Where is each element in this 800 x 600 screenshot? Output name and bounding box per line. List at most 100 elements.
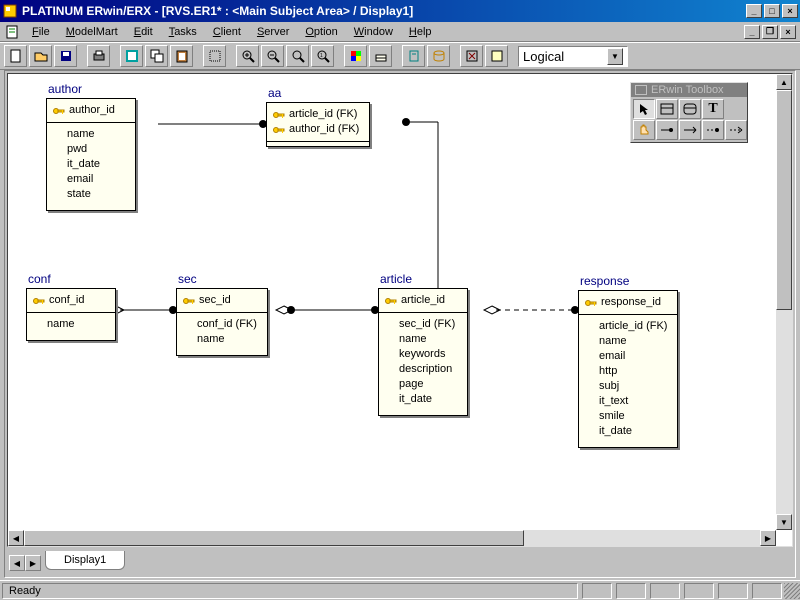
scroll-down-button[interactable]: ▼ <box>776 514 792 530</box>
attr: pwd <box>67 142 125 157</box>
save-button[interactable] <box>54 45 77 67</box>
domain-button[interactable] <box>485 45 508 67</box>
status-panel-3 <box>650 583 680 599</box>
statusbar: Ready <box>0 580 800 600</box>
menu-edit[interactable]: Edit <box>126 24 161 40</box>
entity-label: conf <box>26 272 116 286</box>
window-title: PLATINUM ERwin/ERX - [RVS.ER1* : <Main S… <box>22 4 744 18</box>
status-panel-5 <box>718 583 748 599</box>
round-entity-tool[interactable] <box>679 99 701 119</box>
view-mode-combo[interactable]: Logical ▼ <box>518 46 628 67</box>
label-tool[interactable]: T <box>702 99 724 119</box>
key-icon <box>53 106 65 116</box>
undo-button[interactable] <box>203 45 226 67</box>
entity-label: author <box>46 82 136 96</box>
toolbar: 1 Logical ▼ <box>0 42 800 70</box>
entity-tool[interactable] <box>656 99 678 119</box>
key-icon <box>385 296 397 306</box>
status-panel-6 <box>752 583 782 599</box>
attr: name <box>67 127 125 142</box>
pk-attr: author_id <box>53 103 125 118</box>
attr: name <box>599 334 667 349</box>
attr: description <box>399 362 457 377</box>
identifying-rel-tool[interactable] <box>656 120 678 140</box>
menu-option[interactable]: Option <box>297 24 345 40</box>
menu-window[interactable]: Window <box>346 24 401 40</box>
nonidentifying-rel-tool[interactable] <box>702 120 724 140</box>
erwin-toolbox[interactable]: ERwin Toolbox T <box>630 82 748 143</box>
attr: it_date <box>67 157 125 172</box>
scroll-left-button[interactable]: ◀ <box>8 530 24 546</box>
horizontal-scrollbar[interactable]: ◀ ▶ <box>8 530 776 546</box>
cut-button[interactable] <box>120 45 143 67</box>
scroll-up-button[interactable]: ▲ <box>776 74 792 90</box>
attr: email <box>67 172 125 187</box>
workspace: authorauthor_idnamepwdit_dateemailstatea… <box>4 70 796 578</box>
entity-label: article <box>378 272 468 286</box>
status-panel-1 <box>582 583 612 599</box>
attr: http <box>599 364 667 379</box>
pointer-tool[interactable] <box>633 99 655 119</box>
attr: sec_id (FK) <box>399 317 457 332</box>
many-rel-tool[interactable] <box>679 120 701 140</box>
scroll-thumb-v[interactable] <box>776 90 792 310</box>
open-button[interactable] <box>29 45 52 67</box>
toolbox-titlebar[interactable]: ERwin Toolbox <box>631 83 747 97</box>
tab-display1[interactable]: Display1 <box>45 551 125 570</box>
menu-file[interactable]: File <box>24 24 58 40</box>
tab-prev-button[interactable]: ◀ <box>9 555 25 571</box>
paste-button[interactable] <box>170 45 193 67</box>
entity-sec[interactable]: secsec_idconf_id (FK)name <box>176 272 268 356</box>
entity-author[interactable]: author author_idnamepwdit_dateemailstate <box>46 82 136 211</box>
window-buttons: _ □ × <box>744 4 798 18</box>
generate-button[interactable] <box>402 45 425 67</box>
zoom-in-button[interactable] <box>236 45 259 67</box>
entity-article[interactable]: articlearticle_idsec_id (FK)namekeywords… <box>378 272 468 416</box>
attr: it_text <box>599 394 667 409</box>
copy-button[interactable] <box>145 45 168 67</box>
zoom-out-button[interactable] <box>261 45 284 67</box>
attr: conf_id (FK) <box>197 317 257 332</box>
attr: article_id (FK) <box>599 319 667 334</box>
menu-tasks[interactable]: Tasks <box>161 24 205 40</box>
entity-label: response <box>578 274 678 288</box>
report-button[interactable] <box>427 45 450 67</box>
print-button[interactable] <box>87 45 110 67</box>
menu-client[interactable]: Client <box>205 24 249 40</box>
key-icon <box>273 125 285 135</box>
new-button[interactable] <box>4 45 27 67</box>
menu-modelmart[interactable]: ModelMart <box>58 24 126 40</box>
font-button[interactable] <box>369 45 392 67</box>
entity-response[interactable]: responseresponse_idarticle_id (FK)nameem… <box>578 274 678 448</box>
minimize-button[interactable]: _ <box>746 4 762 18</box>
subtype-tool[interactable] <box>725 120 747 140</box>
close-button[interactable]: × <box>782 4 798 18</box>
resize-grip[interactable] <box>784 583 800 599</box>
attr: state <box>67 187 125 202</box>
scroll-thumb-h[interactable] <box>24 530 524 546</box>
attr: it_date <box>399 392 457 407</box>
maximize-button[interactable]: □ <box>764 4 780 18</box>
zoom-fit-button[interactable] <box>286 45 309 67</box>
scroll-right-button[interactable]: ▶ <box>760 530 776 546</box>
entity-aa[interactable]: aaarticle_id (FK)author_id (FK) <box>266 86 370 147</box>
mdi-minimize-button[interactable]: _ <box>744 25 760 39</box>
pk-attr: article_id (FK) <box>273 107 359 122</box>
zoom-100-button[interactable]: 1 <box>311 45 334 67</box>
combo-arrow-icon: ▼ <box>607 48 623 65</box>
menu-help[interactable]: Help <box>401 24 440 40</box>
color-button[interactable] <box>344 45 367 67</box>
key-icon <box>33 296 45 306</box>
key-icon <box>183 296 195 306</box>
menu-server[interactable]: Server <box>249 24 297 40</box>
mdi-close-button[interactable]: × <box>780 25 796 39</box>
entity-conf[interactable]: confconf_idname <box>26 272 116 341</box>
attr: name <box>47 317 105 332</box>
mdi-restore-button[interactable]: ❐ <box>762 25 778 39</box>
hand-tool[interactable] <box>633 120 655 140</box>
tab-next-button[interactable]: ▶ <box>25 555 41 571</box>
diagram-canvas[interactable]: authorauthor_idnamepwdit_dateemailstatea… <box>8 74 776 530</box>
subject-area-button[interactable] <box>460 45 483 67</box>
vertical-scrollbar[interactable]: ▲ ▼ <box>776 74 792 530</box>
attr: subj <box>599 379 667 394</box>
